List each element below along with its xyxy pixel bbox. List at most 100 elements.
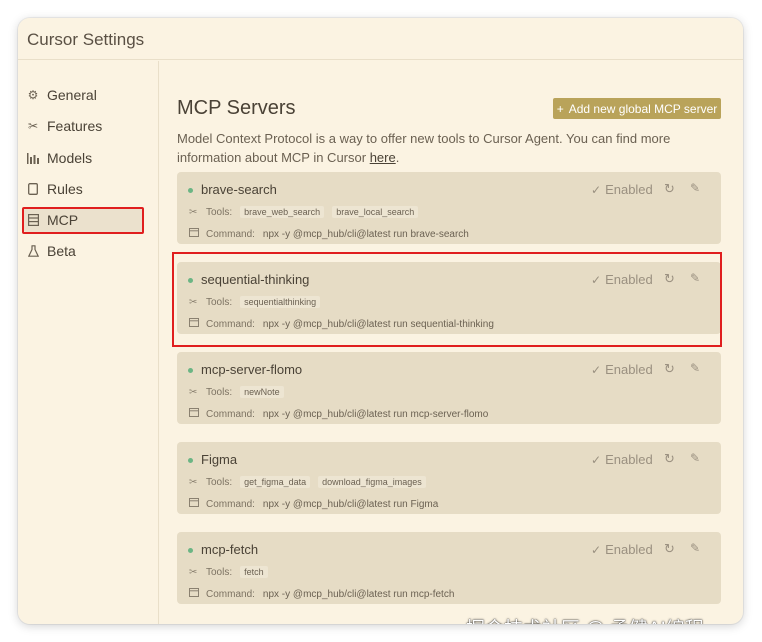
sidebar-item-mcp[interactable]: MCP [23, 208, 143, 232]
command-label: Command: [206, 498, 255, 510]
refresh-icon[interactable]: ↻ [664, 361, 675, 377]
refresh-icon[interactable]: ↻ [664, 271, 675, 287]
title-bar: Cursor Settings [18, 18, 743, 60]
status-dot [188, 548, 193, 553]
sidebar-item-models[interactable]: Models [23, 146, 143, 170]
sidebar: ⚙ General ✂ Features Models Rules MCP Be… [18, 61, 159, 624]
terminal-icon [189, 228, 200, 240]
enabled-toggle[interactable]: ✓ Enabled [591, 272, 653, 287]
command-row: Command: npx -y @mcp_hub/cli@latest run … [189, 408, 488, 420]
status-dot [188, 278, 193, 283]
refresh-icon[interactable]: ↻ [664, 181, 675, 197]
command-row: Command: npx -y @mcp_hub/cli@latest run … [189, 498, 438, 510]
window-title: Cursor Settings [27, 30, 145, 49]
sidebar-item-general[interactable]: ⚙ General [23, 83, 143, 107]
tools-icon: ✂ [27, 119, 39, 133]
tools-icon: ✂ [189, 296, 198, 308]
refresh-icon[interactable]: ↻ [664, 541, 675, 557]
watermark: 掘金技术社区 @ 孟健AI编程 [466, 614, 704, 624]
sidebar-item-label: General [47, 87, 97, 103]
tool-tag: download_figma_images [318, 476, 426, 488]
tools-row: ✂ Tools: sequentialthinking [189, 296, 328, 308]
tools-label: Tools: [206, 386, 233, 398]
enabled-toggle[interactable]: ✓ Enabled [591, 182, 653, 197]
terminal-icon [189, 498, 200, 510]
document-icon [26, 182, 40, 196]
check-icon: ✓ [591, 272, 602, 287]
server-icon [26, 213, 40, 227]
command-label: Command: [206, 228, 255, 240]
status-dot [188, 458, 193, 463]
check-icon: ✓ [591, 362, 602, 377]
enabled-label: Enabled [605, 362, 653, 377]
edit-icon[interactable]: ✎ [690, 361, 700, 375]
command-text: npx -y @mcp_hub/cli@latest run sequentia… [262, 318, 494, 330]
sidebar-item-label: Features [47, 118, 103, 134]
terminal-icon [189, 588, 200, 600]
enabled-label: Enabled [605, 272, 653, 287]
tool-tag: brave_web_search [240, 206, 325, 218]
sidebar-item-label: Beta [47, 243, 76, 259]
command-label: Command: [206, 318, 255, 330]
sidebar-item-label: Rules [47, 181, 83, 197]
tools-icon: ✂ [189, 476, 198, 488]
chart-icon [26, 151, 40, 165]
main-panel: MCP Servers + Add new global MCP server … [160, 61, 743, 624]
tool-tag: sequentialthinking [240, 296, 321, 308]
tools-icon: ✂ [189, 566, 198, 578]
add-mcp-server-button[interactable]: + Add new global MCP server [553, 98, 721, 119]
enabled-label: Enabled [605, 542, 653, 557]
tools-label: Tools: [206, 296, 233, 308]
tools-icon: ✂ [189, 386, 198, 398]
flask-icon [26, 244, 40, 258]
enabled-label: Enabled [605, 182, 653, 197]
sidebar-item-features[interactable]: ✂ Features [23, 114, 143, 138]
edit-icon[interactable]: ✎ [690, 451, 700, 465]
sidebar-item-label: MCP [47, 212, 79, 228]
tools-icon: ✂ [189, 206, 198, 218]
status-dot [188, 368, 193, 373]
tool-tag: brave_local_search [332, 206, 419, 218]
edit-icon[interactable]: ✎ [690, 541, 700, 555]
tools-row: ✂ Tools: get_figma_data download_figma_im… [189, 476, 434, 488]
server-name: mcp-fetch [201, 542, 259, 557]
check-icon: ✓ [591, 452, 602, 467]
plus-icon: + [556, 101, 564, 116]
description-end: . [395, 150, 400, 165]
tool-tag: get_figma_data [240, 476, 311, 488]
enabled-toggle[interactable]: ✓ Enabled [591, 452, 653, 467]
edit-icon[interactable]: ✎ [690, 271, 700, 285]
command-text: npx -y @mcp_hub/cli@latest run brave-sea… [262, 228, 469, 240]
command-text: npx -y @mcp_hub/cli@latest run mcp-fetch [262, 588, 455, 600]
sidebar-item-beta[interactable]: Beta [23, 239, 143, 263]
command-row: Command: npx -y @mcp_hub/cli@latest run … [189, 228, 469, 240]
mcp-server-card: mcp-server-flomo ✓ Enabled ↻ ✎ ✂ Tools: … [177, 352, 721, 424]
page-title: MCP Servers [177, 97, 296, 119]
terminal-icon [189, 318, 200, 330]
tools-label: Tools: [206, 566, 233, 578]
tools-row: ✂ Tools: fetch [189, 566, 276, 578]
description: Model Context Protocol is a way to offer… [177, 129, 697, 167]
enabled-label: Enabled [605, 452, 653, 467]
command-label: Command: [206, 588, 255, 600]
tool-tag: fetch [240, 566, 268, 578]
server-name: sequential-thinking [201, 272, 310, 287]
description-link[interactable]: here [370, 150, 396, 165]
gear-icon: ⚙ [27, 88, 39, 102]
mcp-server-card: brave-search ✓ Enabled ↻ ✎ ✂ Tools: brav… [177, 172, 721, 244]
settings-window: Cursor Settings ⚙ General ✂ Features Mod… [18, 18, 743, 624]
add-mcp-server-label: Add new global MCP server [568, 101, 718, 116]
server-name: mcp-server-flomo [201, 362, 303, 377]
command-text: npx -y @mcp_hub/cli@latest run Figma [262, 498, 439, 510]
mcp-server-card: mcp-fetch ✓ Enabled ↻ ✎ ✂ Tools: fetch C… [177, 532, 721, 604]
refresh-icon[interactable]: ↻ [664, 451, 675, 467]
check-icon: ✓ [591, 182, 602, 197]
enabled-toggle[interactable]: ✓ Enabled [591, 542, 653, 557]
command-row: Command: npx -y @mcp_hub/cli@latest run … [189, 588, 454, 600]
edit-icon[interactable]: ✎ [690, 181, 700, 195]
server-name: brave-search [201, 182, 277, 197]
tools-label: Tools: [206, 206, 233, 218]
sidebar-item-rules[interactable]: Rules [23, 177, 143, 201]
enabled-toggle[interactable]: ✓ Enabled [591, 362, 653, 377]
tools-row: ✂ Tools: brave_web_search brave_local_sea… [189, 206, 426, 218]
